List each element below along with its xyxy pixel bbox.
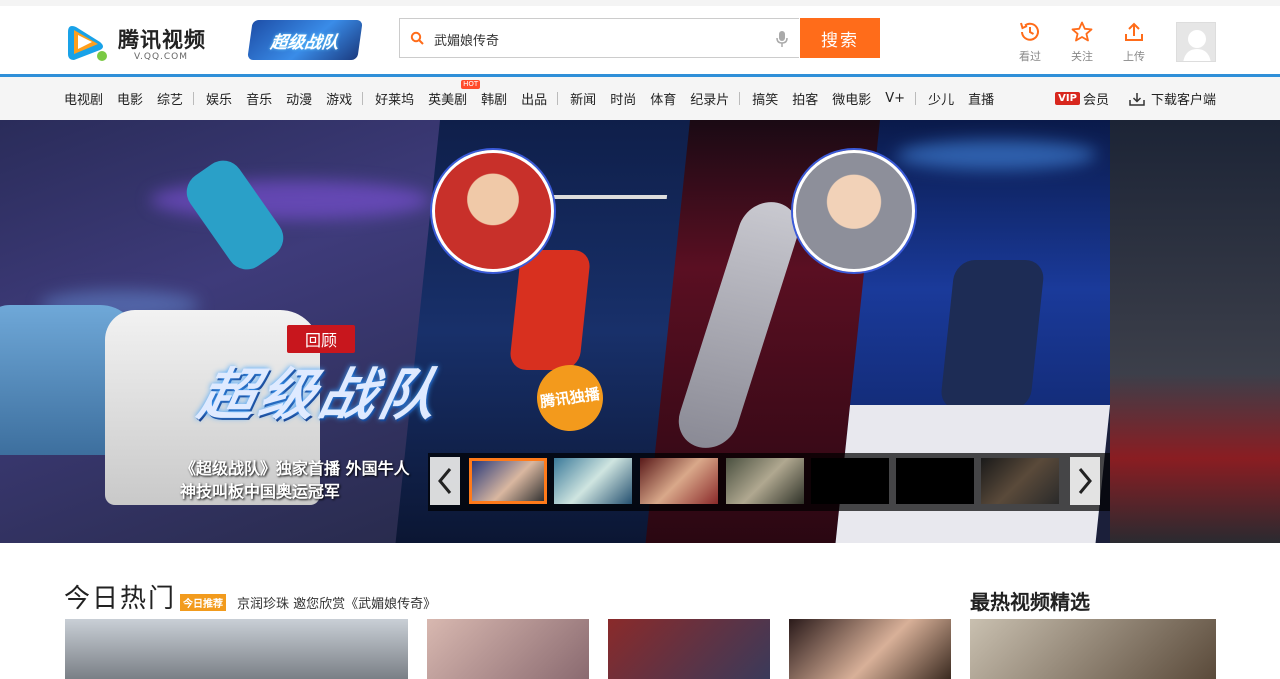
stage-light xyxy=(894,140,1098,170)
nav-item-movie[interactable]: 电影 xyxy=(117,89,143,108)
video-card[interactable] xyxy=(789,619,951,679)
banner-thumbnail[interactable] xyxy=(640,458,718,504)
nav-item-news[interactable]: 新闻 xyxy=(570,89,596,108)
nav-item-variety[interactable]: 综艺 xyxy=(157,89,183,108)
nav-item-hollywood[interactable]: 好莱坞 xyxy=(375,89,414,108)
nav-item-sports[interactable]: 体育 xyxy=(650,89,676,108)
nav-item-live[interactable]: 直播 xyxy=(968,89,994,108)
dancer-figure xyxy=(670,196,806,454)
channel-list: 电视剧 电影 综艺 娱乐 音乐 动漫 游戏 好莱坞 英美剧 HOT 韩剧 出品 新… xyxy=(64,77,1008,120)
hero-banner[interactable]: 回顾 超级战队 腾讯独播 《超级战队》独家首播 外国牛人 神技叫板中国奥运冠军 xyxy=(0,120,1280,543)
search-icon xyxy=(410,31,424,45)
vip-member-link[interactable]: 会员 xyxy=(1083,89,1109,108)
user-avatar[interactable] xyxy=(1176,22,1216,62)
today-recommend-link[interactable]: 京润珍珠 邀您欣赏《武媚娘传奇》 xyxy=(237,593,436,612)
show-title-logo: 超级战队 xyxy=(192,363,447,428)
history-clock-icon xyxy=(1020,22,1039,41)
nav-item-original[interactable]: 出品 xyxy=(521,89,547,108)
hot-picks-title: 最热视频精选 xyxy=(970,590,1090,614)
site-header: 腾讯视频 V.QQ.COM 超级战队 搜索 看过 关注 xyxy=(0,6,1280,74)
prev-arrow-button[interactable] xyxy=(430,457,460,505)
download-icon xyxy=(1129,92,1145,106)
nav-right: VIP 会员 下载客户端 xyxy=(1055,77,1216,120)
chevron-left-icon xyxy=(438,468,452,494)
nav-item-us-uk-drama[interactable]: 英美剧 HOT xyxy=(428,80,481,108)
banner-thumbnail[interactable] xyxy=(811,458,889,504)
caption-line-2: 神技叫板中国奥运冠军 xyxy=(180,482,341,501)
upload-button[interactable]: 上传 xyxy=(1114,20,1154,66)
nav-divider xyxy=(915,92,917,105)
banner-thumbnail[interactable] xyxy=(726,458,804,504)
follow-label: 关注 xyxy=(1071,50,1093,63)
nav-item-anime[interactable]: 动漫 xyxy=(286,89,312,108)
main-nav: 电视剧 电影 综艺 娱乐 音乐 动漫 游戏 好莱坞 英美剧 HOT 韩剧 出品 新… xyxy=(0,74,1280,120)
video-card[interactable] xyxy=(608,619,770,679)
next-arrow-button[interactable] xyxy=(1070,457,1100,505)
video-card[interactable] xyxy=(65,619,408,679)
nav-item-fashion[interactable]: 时尚 xyxy=(610,89,636,108)
promo-show-logo[interactable]: 超级战队 xyxy=(247,20,363,60)
upload-icon xyxy=(1125,22,1143,41)
tencent-video-logo-icon xyxy=(68,26,107,61)
juggler-figure xyxy=(939,260,1046,410)
search-button[interactable]: 搜索 xyxy=(800,18,880,58)
nav-divider xyxy=(362,92,364,105)
search-input[interactable] xyxy=(432,28,756,50)
nav-item-paike[interactable]: 拍客 xyxy=(792,89,818,108)
nav-item-documentary[interactable]: 纪录片 xyxy=(690,89,729,108)
banner-panel-right xyxy=(1110,120,1280,543)
video-card[interactable] xyxy=(970,619,1216,679)
nav-item-funny[interactable]: 搞笑 xyxy=(752,89,778,108)
site-logo[interactable]: 腾讯视频 V.QQ.COM xyxy=(64,16,214,68)
nav-divider xyxy=(557,92,559,105)
nav-item-us-uk-drama-label: 英美剧 xyxy=(428,93,468,108)
follow-button[interactable]: 关注 xyxy=(1062,20,1102,66)
logo-text: 腾讯视频 xyxy=(118,28,206,52)
video-card[interactable] xyxy=(427,619,589,679)
search-box xyxy=(399,18,799,58)
logo-url: V.QQ.COM xyxy=(134,52,189,62)
download-client-link[interactable]: 下载客户端 xyxy=(1151,89,1216,108)
upload-label: 上传 xyxy=(1123,50,1145,63)
banner-thumbnail-strip xyxy=(428,453,1110,511)
history-label: 看过 xyxy=(1019,50,1041,63)
banner-caption[interactable]: 《超级战队》独家首播 外国牛人 神技叫板中国奥运冠军 xyxy=(180,457,430,503)
athlete-portrait-female xyxy=(793,150,915,272)
microphone-icon[interactable] xyxy=(776,30,788,48)
default-avatar-icon xyxy=(1183,30,1211,61)
banner-thumbnail[interactable] xyxy=(469,458,547,504)
chevron-right-icon xyxy=(1078,468,1092,494)
nav-divider xyxy=(193,92,195,105)
history-button[interactable]: 看过 xyxy=(1010,20,1050,66)
nav-item-tv[interactable]: 电视剧 xyxy=(64,89,103,108)
athlete-portrait-male xyxy=(432,150,554,272)
nav-item-micro-film[interactable]: 微电影 xyxy=(832,89,871,108)
vip-badge: VIP xyxy=(1055,92,1080,105)
nav-item-music[interactable]: 音乐 xyxy=(246,89,272,108)
star-icon xyxy=(1071,21,1093,42)
main-content: 今日热门 今日推荐 京润珍珠 邀您欣赏《武媚娘传奇》 最热视频精选 xyxy=(0,543,1280,679)
nav-item-vplus[interactable]: V+ xyxy=(885,91,905,106)
review-tag: 回顾 xyxy=(287,325,355,353)
hot-badge: HOT xyxy=(461,80,481,89)
banner-thumbnail[interactable] xyxy=(981,458,1059,504)
section-title: 今日热门 xyxy=(64,584,177,614)
nav-item-ent[interactable]: 娱乐 xyxy=(206,89,232,108)
nav-item-kids[interactable]: 少儿 xyxy=(928,89,954,108)
caption-line-1: 《超级战队》独家首播 外国牛人 xyxy=(180,459,410,478)
today-recommend-tag: 今日推荐 xyxy=(180,594,226,611)
banner-thumbnail[interactable] xyxy=(554,458,632,504)
nav-item-korean-drama[interactable]: 韩剧 xyxy=(481,89,507,108)
nav-item-game[interactable]: 游戏 xyxy=(326,89,352,108)
nav-divider xyxy=(739,92,741,105)
banner-thumbnail[interactable] xyxy=(896,458,974,504)
